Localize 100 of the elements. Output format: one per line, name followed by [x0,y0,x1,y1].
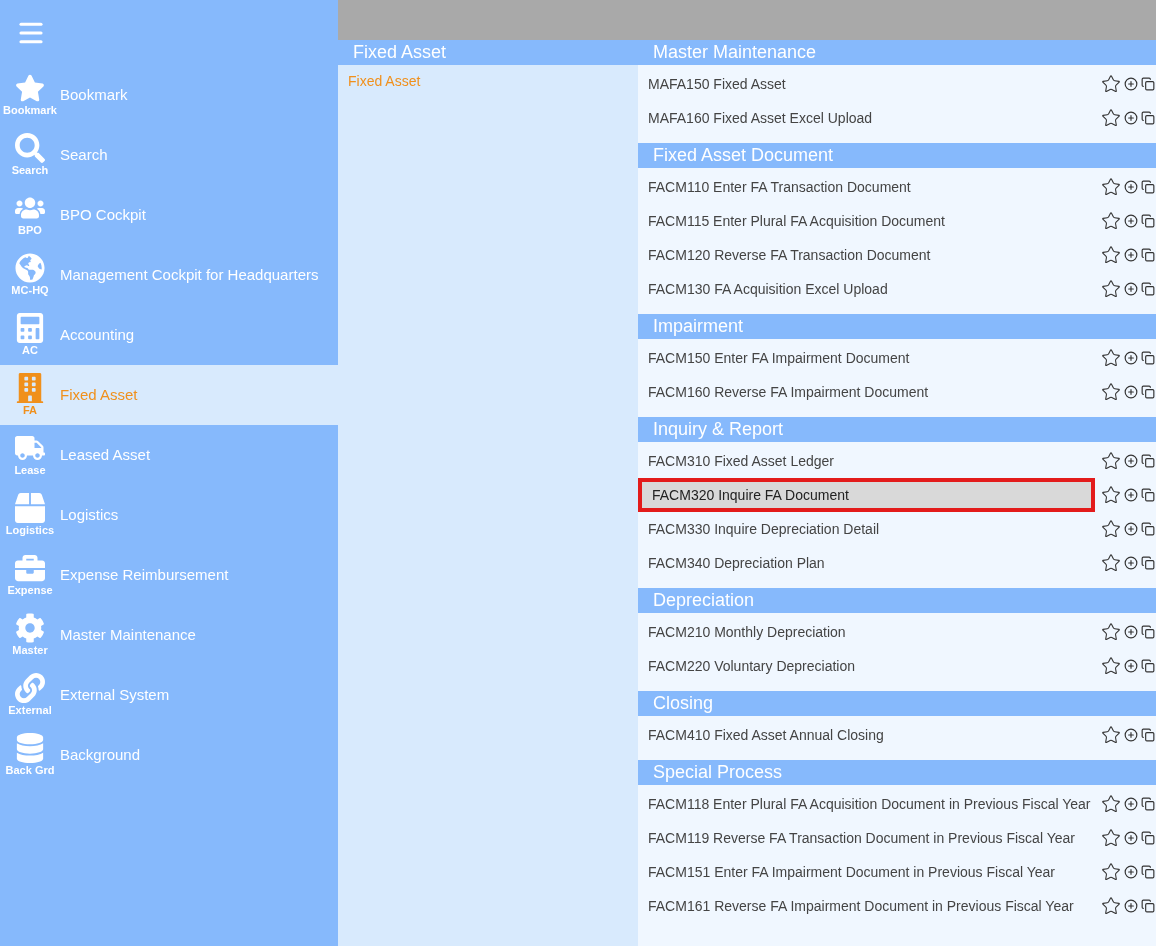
bookmark-button[interactable] [1100,108,1121,128]
menu-item[interactable]: FACM340 Depreciation Plan [638,546,1091,580]
menu-item[interactable]: FACM320 Inquire FA Document [638,478,1095,512]
bookmark-button[interactable] [1100,519,1121,539]
plus-circle-icon [1123,454,1138,468]
new-window-button[interactable] [1140,831,1155,845]
add-button[interactable] [1123,385,1138,399]
star-icon [1100,74,1121,94]
star-icon [1100,896,1121,916]
new-window-button[interactable] [1140,659,1155,673]
new-window-button[interactable] [1140,77,1155,91]
sidebar-short-label: Logistics [5,523,55,537]
new-window-button[interactable] [1140,180,1155,194]
add-button[interactable] [1123,454,1138,468]
add-button[interactable] [1123,556,1138,570]
new-window-button[interactable] [1140,488,1155,502]
menu-item[interactable]: FACM410 Fixed Asset Annual Closing [638,718,1091,752]
add-button[interactable] [1123,831,1138,845]
menu-item[interactable]: MAFA160 Fixed Asset Excel Upload [638,101,1091,135]
new-window-button[interactable] [1140,385,1155,399]
plus-circle-icon [1123,385,1138,399]
add-button[interactable] [1123,522,1138,536]
add-button[interactable] [1123,865,1138,879]
menu-item[interactable]: FACM120 Reverse FA Transaction Document [638,238,1091,272]
bookmark-button[interactable] [1100,485,1121,505]
menu-item[interactable]: FACM130 FA Acquisition Excel Upload [638,272,1091,306]
add-button[interactable] [1123,899,1138,913]
new-window-button[interactable] [1140,522,1155,536]
add-button[interactable] [1123,728,1138,742]
sidebar-short-label: Expense [7,583,53,597]
new-window-button[interactable] [1140,351,1155,365]
bookmark-button[interactable] [1100,451,1121,471]
add-button[interactable] [1123,625,1138,639]
new-window-button[interactable] [1140,797,1155,811]
add-button[interactable] [1123,180,1138,194]
new-window-button[interactable] [1140,899,1155,913]
sidebar-short-label: MC-HQ [11,283,49,297]
plus-circle-icon [1123,77,1138,91]
bookmark-button[interactable] [1100,382,1121,402]
star-icon [1100,382,1121,402]
windows-icon [1140,111,1155,125]
add-button[interactable] [1123,282,1138,296]
new-window-button[interactable] [1140,248,1155,262]
menu-item[interactable]: MAFA150 Fixed Asset [638,67,1091,101]
bookmark-button[interactable] [1100,279,1121,299]
add-button[interactable] [1123,797,1138,811]
add-button[interactable] [1123,351,1138,365]
bookmark-button[interactable] [1100,828,1121,848]
bookmark-button[interactable] [1100,896,1121,916]
menu-item[interactable]: FACM310 Fixed Asset Ledger [638,444,1091,478]
star-icon [1100,828,1121,848]
bookmark-button[interactable] [1100,211,1121,231]
bookmark-button[interactable] [1100,553,1121,573]
menu-item[interactable]: FACM119 Reverse FA Transaction Document in Previous Fiscal Year [638,821,1091,855]
menu-item[interactable]: FACM210 Monthly Depreciation [638,615,1091,649]
menu-item[interactable]: FACM220 Voluntary Depreciation [638,649,1091,683]
menu-item[interactable]: FACM110 Enter FA Transaction Document [638,170,1091,204]
plus-circle-icon [1123,797,1138,811]
star-icon [1100,211,1121,231]
menu-item[interactable]: FACM118 Enter Plural FA Acquisition Document in Previous Fiscal Year [638,787,1091,821]
bookmark-button[interactable] [1100,348,1121,368]
bookmark-button[interactable] [1100,862,1121,882]
add-button[interactable] [1123,77,1138,91]
link-icon [15,673,45,703]
menu-item[interactable]: FACM330 Inquire Depreciation Detail [638,512,1091,546]
sidebar-label: Expense Reimbursement [60,564,229,585]
bookmark-button[interactable] [1100,656,1121,676]
windows-icon [1140,214,1155,228]
menu-item[interactable]: FACM151 Enter FA Impairment Document in Previous Fiscal Year [638,855,1091,889]
add-button[interactable] [1123,248,1138,262]
new-window-button[interactable] [1140,454,1155,468]
add-button[interactable] [1123,659,1138,673]
new-window-button[interactable] [1140,282,1155,296]
bookmark-button[interactable] [1100,725,1121,745]
bookmark-button[interactable] [1100,177,1121,197]
new-window-button[interactable] [1140,728,1155,742]
new-window-button[interactable] [1140,556,1155,570]
new-window-button[interactable] [1140,625,1155,639]
new-window-button[interactable] [1140,111,1155,125]
bookmark-button[interactable] [1100,245,1121,265]
plus-circle-icon [1123,899,1138,913]
menu-item[interactable]: FACM115 Enter Plural FA Acquisition Document [638,204,1091,238]
windows-icon [1140,77,1155,91]
plus-circle-icon [1123,831,1138,845]
sidebar-label: Logistics [60,504,119,525]
windows-icon [1140,248,1155,262]
menu-item[interactable]: FACM161 Reverse FA Impairment Document in Previous Fiscal Year [638,889,1091,923]
bookmark-button[interactable] [1100,622,1121,642]
add-button[interactable] [1123,488,1138,502]
menu-item[interactable]: FACM160 Reverse FA Impairment Document [638,375,1091,409]
add-button[interactable] [1123,111,1138,125]
star-icon [1100,348,1121,368]
bookmark-button[interactable] [1100,74,1121,94]
new-window-button[interactable] [1140,865,1155,879]
section-header: Depreciation [638,588,1156,613]
new-window-button[interactable] [1140,214,1155,228]
add-button[interactable] [1123,214,1138,228]
bookmark-button[interactable] [1100,794,1121,814]
sidebar-short-label: Master [12,643,48,657]
menu-item[interactable]: FACM150 Enter FA Impairment Document [638,341,1091,375]
